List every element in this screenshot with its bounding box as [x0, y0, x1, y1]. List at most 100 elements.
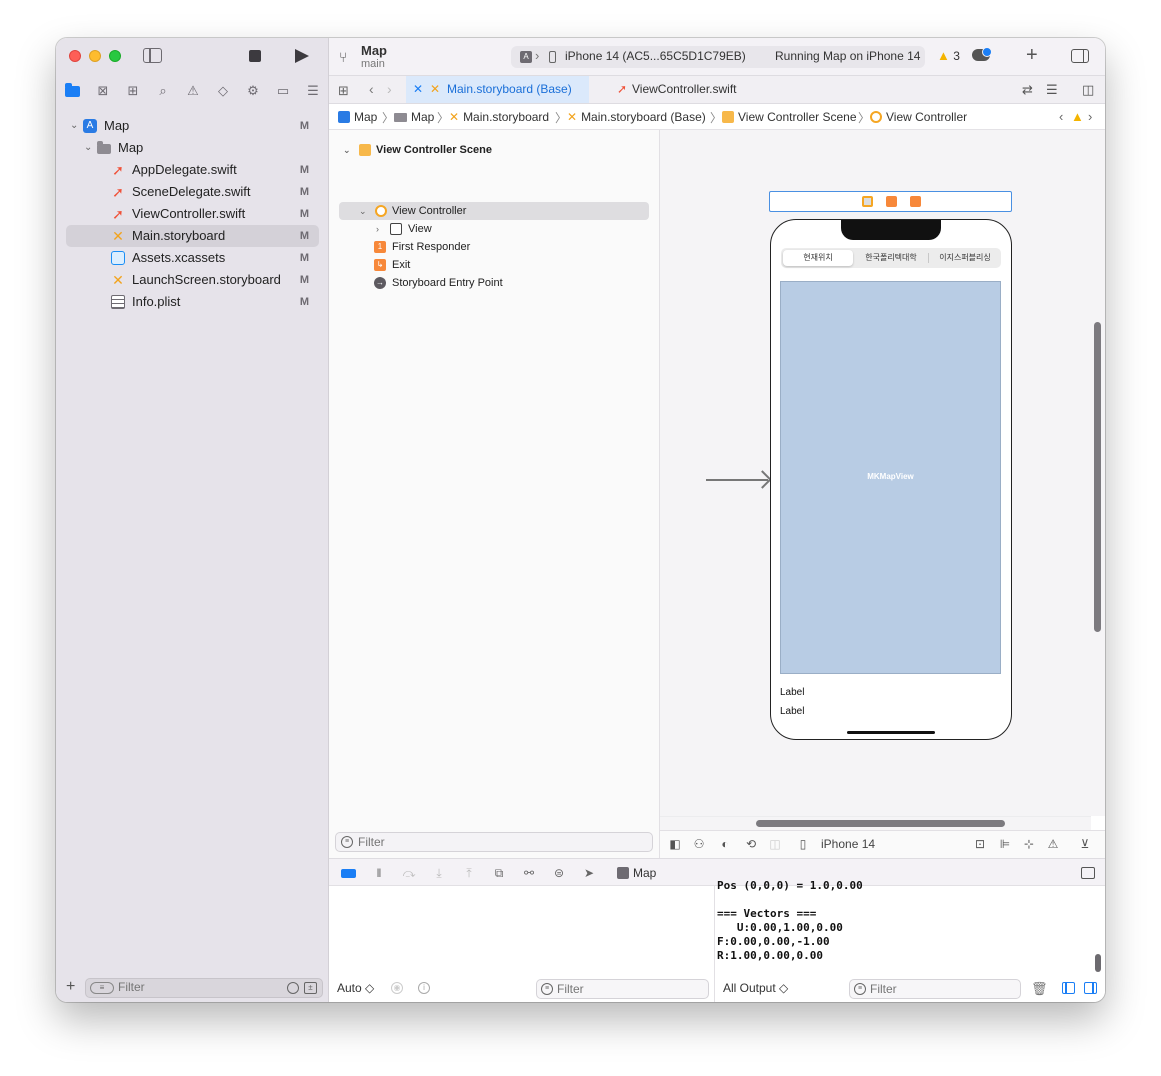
variables-scope-selector[interactable]: Auto ◇: [337, 981, 374, 995]
pause-icon[interactable]: ‖: [372, 866, 386, 880]
next-issue-chevron-icon[interactable]: ›: [1088, 109, 1092, 124]
activity-viewer[interactable]: A › iPhone 14 (AC5...65C5D1C79EB) Runnin…: [511, 46, 960, 68]
find-navigator-icon[interactable]: ⌕: [155, 83, 171, 99]
console-output[interactable]: Pos (0,0,0) = 1.0,0.00 === Vectors === U…: [717, 879, 863, 963]
run-destination[interactable]: iPhone 14 (AC5...65C5D1C79EB): [565, 49, 746, 63]
outline-scene[interactable]: ⌄ View Controller Scene: [341, 141, 651, 159]
storyboard-entry-arrow[interactable]: [706, 479, 768, 481]
debug-area-toggle-icon[interactable]: [341, 869, 356, 878]
segment-easys[interactable]: 이지스퍼블리싱: [930, 250, 1000, 266]
chevron-down-icon[interactable]: ⌄: [84, 137, 94, 159]
tree-item-file[interactable]: ➚ SceneDelegate.swift M: [56, 181, 329, 203]
first-responder-icon[interactable]: [886, 196, 897, 207]
ui-label-1[interactable]: Label: [780, 687, 804, 698]
accessibility-icon[interactable]: ⚇: [692, 837, 706, 851]
scheme-app-icon[interactable]: A: [520, 51, 532, 63]
filter-options-icon[interactable]: ≡: [90, 982, 114, 994]
simulate-location-icon[interactable]: ➤: [582, 866, 596, 880]
map-view[interactable]: MKMapView: [780, 281, 1001, 674]
debug-navigator-icon[interactable]: ⚙: [245, 83, 261, 99]
cloud-status-icon[interactable]: [972, 47, 992, 61]
sidebar-toggle-icon[interactable]: [143, 48, 162, 63]
embed-in-icon[interactable]: ⊻: [1078, 837, 1092, 851]
iphone-scene-frame[interactable]: 현재위치 한국폴리텍대학 이지스퍼블리싱 MKMapView Label Lab…: [770, 219, 1012, 740]
outline-view-controller[interactable]: ⌄ View Controller: [339, 202, 649, 220]
warning-indicator[interactable]: ▲ 3: [937, 48, 960, 63]
scene-dock[interactable]: [769, 191, 1012, 212]
warning-icon[interactable]: ▲: [1071, 109, 1084, 124]
inspector-toggle-icon[interactable]: [1071, 49, 1089, 63]
show-variables-icon[interactable]: [1062, 982, 1075, 994]
segment-current-location[interactable]: 현재위치: [783, 250, 853, 266]
test-navigator-icon[interactable]: ◇: [215, 83, 231, 99]
symbol-navigator-icon[interactable]: ⊞: [125, 83, 141, 99]
scm-filter-icon[interactable]: ±: [304, 982, 317, 994]
canvas-vertical-scrollbar[interactable]: [1091, 130, 1105, 816]
back-chevron-icon[interactable]: ‹: [369, 81, 374, 97]
close-tab-icon[interactable]: ✕: [413, 76, 423, 103]
memory-graph-icon[interactable]: ⚯: [522, 866, 536, 880]
tree-item-file[interactable]: ➚ ViewController.swift M: [56, 203, 329, 225]
breakpoint-navigator-icon[interactable]: ▭: [275, 83, 291, 99]
environment-overrides-icon[interactable]: ⊜: [552, 866, 566, 880]
scrollbar-thumb[interactable]: [1094, 322, 1101, 632]
hide-debug-area-icon[interactable]: [1081, 867, 1095, 879]
project-name[interactable]: Map: [361, 43, 387, 58]
device-selector[interactable]: iPhone 14: [821, 837, 875, 851]
resolve-issues-icon[interactable]: ⚠: [1046, 837, 1060, 851]
report-navigator-icon[interactable]: ☰: [305, 83, 321, 99]
iphone-device-icon[interactable]: ▯: [796, 837, 810, 851]
tree-item-file[interactable]: ➚ AppDelegate.swift M: [56, 159, 329, 181]
tree-item-file[interactable]: Assets.xcassets M: [56, 247, 329, 269]
segment-polytech[interactable]: 한국폴리텍대학: [855, 250, 927, 266]
console-scrollbar-thumb[interactable]: [1095, 954, 1101, 972]
output-selector[interactable]: All Output ◇: [723, 981, 788, 995]
exit-icon[interactable]: [910, 196, 921, 207]
branch-name[interactable]: main: [361, 58, 385, 70]
project-navigator-icon[interactable]: [65, 83, 80, 97]
outline-filter-input[interactable]: [358, 835, 608, 849]
tab-viewcontroller-swift[interactable]: ➚ ViewController.swift: [591, 76, 776, 103]
info-icon[interactable]: i: [418, 982, 430, 994]
chevron-down-icon[interactable]: ⌄: [359, 202, 367, 220]
stop-icon[interactable]: [249, 50, 261, 62]
outline-exit[interactable]: ↳ Exit: [339, 256, 649, 274]
previous-issue-chevron-icon[interactable]: ‹: [1059, 109, 1063, 124]
tree-item-file-selected[interactable]: ✕ Main.storyboard M: [66, 225, 319, 247]
navigator-filter-input[interactable]: [118, 980, 278, 994]
canvas-horizontal-scrollbar[interactable]: [660, 816, 1091, 830]
issue-navigator-icon[interactable]: ⚠: [185, 83, 201, 99]
tree-item-project[interactable]: ⌄ A Map M: [56, 115, 329, 137]
tree-item-file[interactable]: ✕ LaunchScreen.storyboard M: [56, 269, 329, 291]
console-filter-input[interactable]: [870, 982, 990, 996]
minimize-window-button[interactable]: [89, 50, 101, 62]
tree-item-file[interactable]: Info.plist M: [56, 291, 329, 313]
ui-label-2[interactable]: Label: [780, 706, 804, 717]
swap-arrows-icon[interactable]: ⇄: [1022, 82, 1033, 98]
chevron-down-icon[interactable]: ⌄: [70, 115, 80, 137]
debug-process-name[interactable]: Map: [633, 866, 656, 880]
outline-toggle-icon[interactable]: ◧: [668, 837, 682, 851]
navigator-filter-field[interactable]: ≡ ±: [85, 978, 323, 998]
align-icon[interactable]: ⊫: [998, 837, 1012, 851]
zoom-fit-icon[interactable]: ⊡: [973, 837, 987, 851]
breadcrumb-file[interactable]: ✕ Main.storyboard: [449, 110, 549, 124]
breadcrumb-scene[interactable]: View Controller Scene: [722, 110, 857, 124]
run-icon[interactable]: [295, 49, 309, 63]
breadcrumb-view-controller[interactable]: View Controller: [870, 110, 967, 124]
outline-entry-point[interactable]: → Storyboard Entry Point: [339, 274, 649, 292]
view-controller-icon[interactable]: [862, 196, 873, 207]
editor-options-icon[interactable]: ☰: [1046, 82, 1058, 98]
breadcrumb-project[interactable]: Map: [338, 110, 377, 124]
appearance-icon[interactable]: ◐: [718, 837, 732, 851]
tree-item-group[interactable]: ⌄ Map: [56, 137, 329, 159]
console-filter-field[interactable]: ≡: [849, 979, 1021, 999]
forward-chevron-icon[interactable]: ›: [387, 81, 392, 97]
add-constraints-icon[interactable]: ⊹: [1022, 837, 1036, 851]
outline-view[interactable]: › View: [339, 220, 649, 238]
variables-filter-field[interactable]: ≡: [536, 979, 709, 999]
related-items-grid-icon[interactable]: ⊞: [338, 83, 349, 99]
chevron-down-icon[interactable]: ⌄: [343, 141, 351, 159]
library-add-icon[interactable]: +: [1026, 44, 1038, 67]
orientation-icon[interactable]: ⟲: [744, 837, 758, 851]
